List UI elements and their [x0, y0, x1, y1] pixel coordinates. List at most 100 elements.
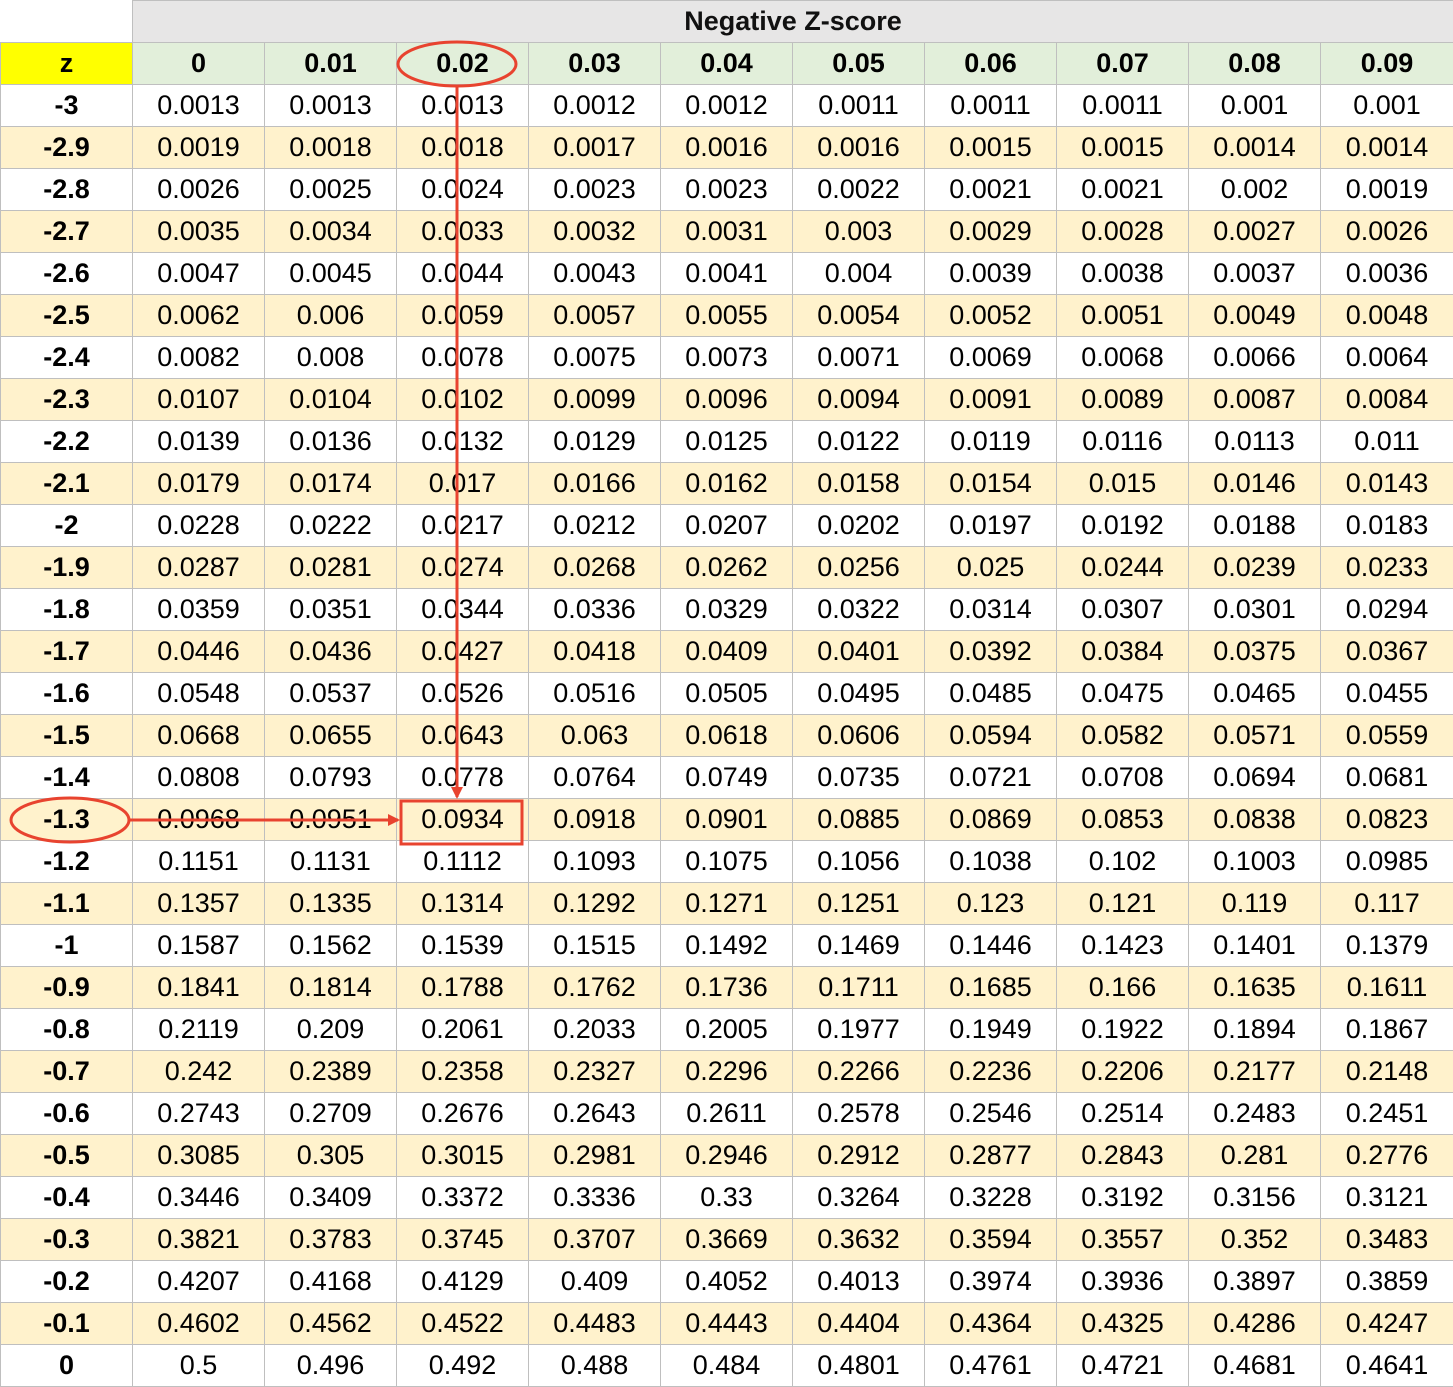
probability-cell: 0.4801	[792, 1344, 925, 1387]
column-header: 0.05	[792, 42, 925, 85]
probability-cell: 0.0122	[792, 420, 925, 463]
probability-cell: 0.1611	[1320, 966, 1453, 1009]
probability-cell: 0.0446	[132, 630, 265, 673]
probability-cell: 0.4443	[660, 1302, 793, 1345]
probability-cell: 0.0262	[660, 546, 793, 589]
probability-cell: 0.166	[1056, 966, 1189, 1009]
probability-cell: 0.1894	[1188, 1008, 1321, 1051]
probability-cell: 0.3859	[1320, 1260, 1453, 1303]
table-row: -0.4 0.3446 0.3409 0.3372 0.3336 0.33 0.3264 0.…	[0, 1176, 1453, 1219]
table-row: -0.8 0.2119 0.209 0.2061 0.2033 0.2005 0.1977 0…	[0, 1008, 1453, 1051]
probability-cell: 0.1271	[660, 882, 793, 925]
probability-cell: 0.0179	[132, 462, 265, 505]
z-row-label: -2.3	[0, 378, 133, 421]
probability-cell: 0.0244	[1056, 546, 1189, 589]
probability-cell: 0.305	[264, 1134, 397, 1177]
probability-cell: 0.0436	[264, 630, 397, 673]
probability-cell: 0.4562	[264, 1302, 397, 1345]
z-row-label: -0.3	[0, 1218, 133, 1261]
z-row-label: -0.5	[0, 1134, 133, 1177]
table-row: -1.6 0.0548 0.0537 0.0526 0.0516 0.0505 0.0495…	[0, 672, 1453, 715]
probability-cell: 0.0013	[264, 84, 397, 127]
z-row-label: -2.9	[0, 126, 133, 169]
probability-cell: 0.0012	[660, 84, 793, 127]
probability-cell: 0.2206	[1056, 1050, 1189, 1093]
probability-cell: 0.4483	[528, 1302, 661, 1345]
negative-z-score-table: Negative Z-score z 0 0.01 0.02 0.03 0.04 0.05…	[0, 0, 1453, 1387]
probability-cell: 0.0735	[792, 756, 925, 799]
probability-cell: 0.2483	[1188, 1092, 1321, 1135]
probability-cell: 0.1131	[264, 840, 397, 883]
probability-cell: 0.1814	[264, 966, 397, 1009]
table-row: -2.8 0.0026 0.0025 0.0024 0.0023 0.0023 0.0022…	[0, 168, 1453, 211]
probability-cell: 0.0329	[660, 588, 793, 631]
probability-cell: 0.2877	[924, 1134, 1057, 1177]
probability-cell: 0.3015	[396, 1134, 529, 1177]
table-row: -2.9 0.0019 0.0018 0.0018 0.0017 0.0016 0.0016…	[0, 126, 1453, 169]
probability-cell: 0.0011	[1056, 84, 1189, 127]
probability-cell: 0.0026	[132, 168, 265, 211]
table-row: 0 0.5 0.496 0.492 0.488 0.484 0.4801 0.4761 0.47…	[0, 1344, 1453, 1387]
column-header: 0.04	[660, 42, 793, 85]
probability-cell: 0.0918	[528, 798, 661, 841]
probability-cell: 0.0708	[1056, 756, 1189, 799]
table-row: -1.9 0.0287 0.0281 0.0274 0.0268 0.0262 0.0256…	[0, 546, 1453, 589]
probability-cell: 0.488	[528, 1344, 661, 1387]
probability-cell: 0.2981	[528, 1134, 661, 1177]
probability-cell: 0.1635	[1188, 966, 1321, 1009]
probability-cell: 0.2676	[396, 1092, 529, 1135]
z-row-label: -1.6	[0, 672, 133, 715]
probability-cell: 0.0418	[528, 630, 661, 673]
probability-cell: 0.0764	[528, 756, 661, 799]
z-row-label: -1.5	[0, 714, 133, 757]
probability-cell: 0.123	[924, 882, 1057, 925]
probability-cell: 0.3336	[528, 1176, 661, 1219]
z-row-label: -0.1	[0, 1302, 133, 1345]
probability-cell: 0.015	[1056, 462, 1189, 505]
probability-cell: 0.1112	[396, 840, 529, 883]
probability-cell: 0.1251	[792, 882, 925, 925]
table-row: -3 0.0013 0.0013 0.0013 0.0012 0.0012 0.0011 0.…	[0, 84, 1453, 127]
probability-cell: 0.0022	[792, 168, 925, 211]
probability-cell: 0.1335	[264, 882, 397, 925]
probability-cell: 0.1492	[660, 924, 793, 967]
probability-cell: 0.0274	[396, 546, 529, 589]
probability-cell: 0.0028	[1056, 210, 1189, 253]
probability-cell: 0.3669	[660, 1218, 793, 1261]
probability-cell: 0.0107	[132, 378, 265, 421]
probability-cell: 0.0062	[132, 294, 265, 337]
probability-cell: 0.0681	[1320, 756, 1453, 799]
probability-cell: 0.3121	[1320, 1176, 1453, 1219]
probability-cell: 0.0045	[264, 252, 397, 295]
z-row-label: -1.8	[0, 588, 133, 631]
probability-cell: 0.4681	[1188, 1344, 1321, 1387]
probability-cell: 0.352	[1188, 1218, 1321, 1261]
probability-cell: 0.0401	[792, 630, 925, 673]
probability-cell: 0.001	[1188, 84, 1321, 127]
probability-cell: 0.0039	[924, 252, 1057, 295]
probability-cell: 0.102	[1056, 840, 1189, 883]
table-row: -0.2 0.4207 0.4168 0.4129 0.409 0.4052 0.4013 0…	[0, 1260, 1453, 1303]
probability-cell: 0.0559	[1320, 714, 1453, 757]
probability-cell: 0.0256	[792, 546, 925, 589]
probability-cell: 0.0455	[1320, 672, 1453, 715]
probability-cell: 0.0594	[924, 714, 1057, 757]
probability-cell: 0.025	[924, 546, 1057, 589]
probability-cell: 0.0012	[528, 84, 661, 127]
z-row-label: -0.6	[0, 1092, 133, 1135]
z-row-label: -0.9	[0, 966, 133, 1009]
probability-cell: 0.0013	[396, 84, 529, 127]
table-row: -1.1 0.1357 0.1335 0.1314 0.1292 0.1271 0.1251…	[0, 882, 1453, 925]
table-row: -2.6 0.0047 0.0045 0.0044 0.0043 0.0041 0.004 0…	[0, 252, 1453, 295]
z-row-label: -0.7	[0, 1050, 133, 1093]
probability-cell: 0.0032	[528, 210, 661, 253]
probability-cell: 0.2514	[1056, 1092, 1189, 1135]
probability-cell: 0.4721	[1056, 1344, 1189, 1387]
probability-cell: 0.0643	[396, 714, 529, 757]
probability-cell: 0.0021	[1056, 168, 1189, 211]
probability-cell: 0.0885	[792, 798, 925, 841]
probability-cell: 0.0154	[924, 462, 1057, 505]
probability-cell: 0.0778	[396, 756, 529, 799]
probability-cell: 0.4286	[1188, 1302, 1321, 1345]
table-row: -2.5 0.0062 0.006 0.0059 0.0057 0.0055 0.0054 0…	[0, 294, 1453, 337]
